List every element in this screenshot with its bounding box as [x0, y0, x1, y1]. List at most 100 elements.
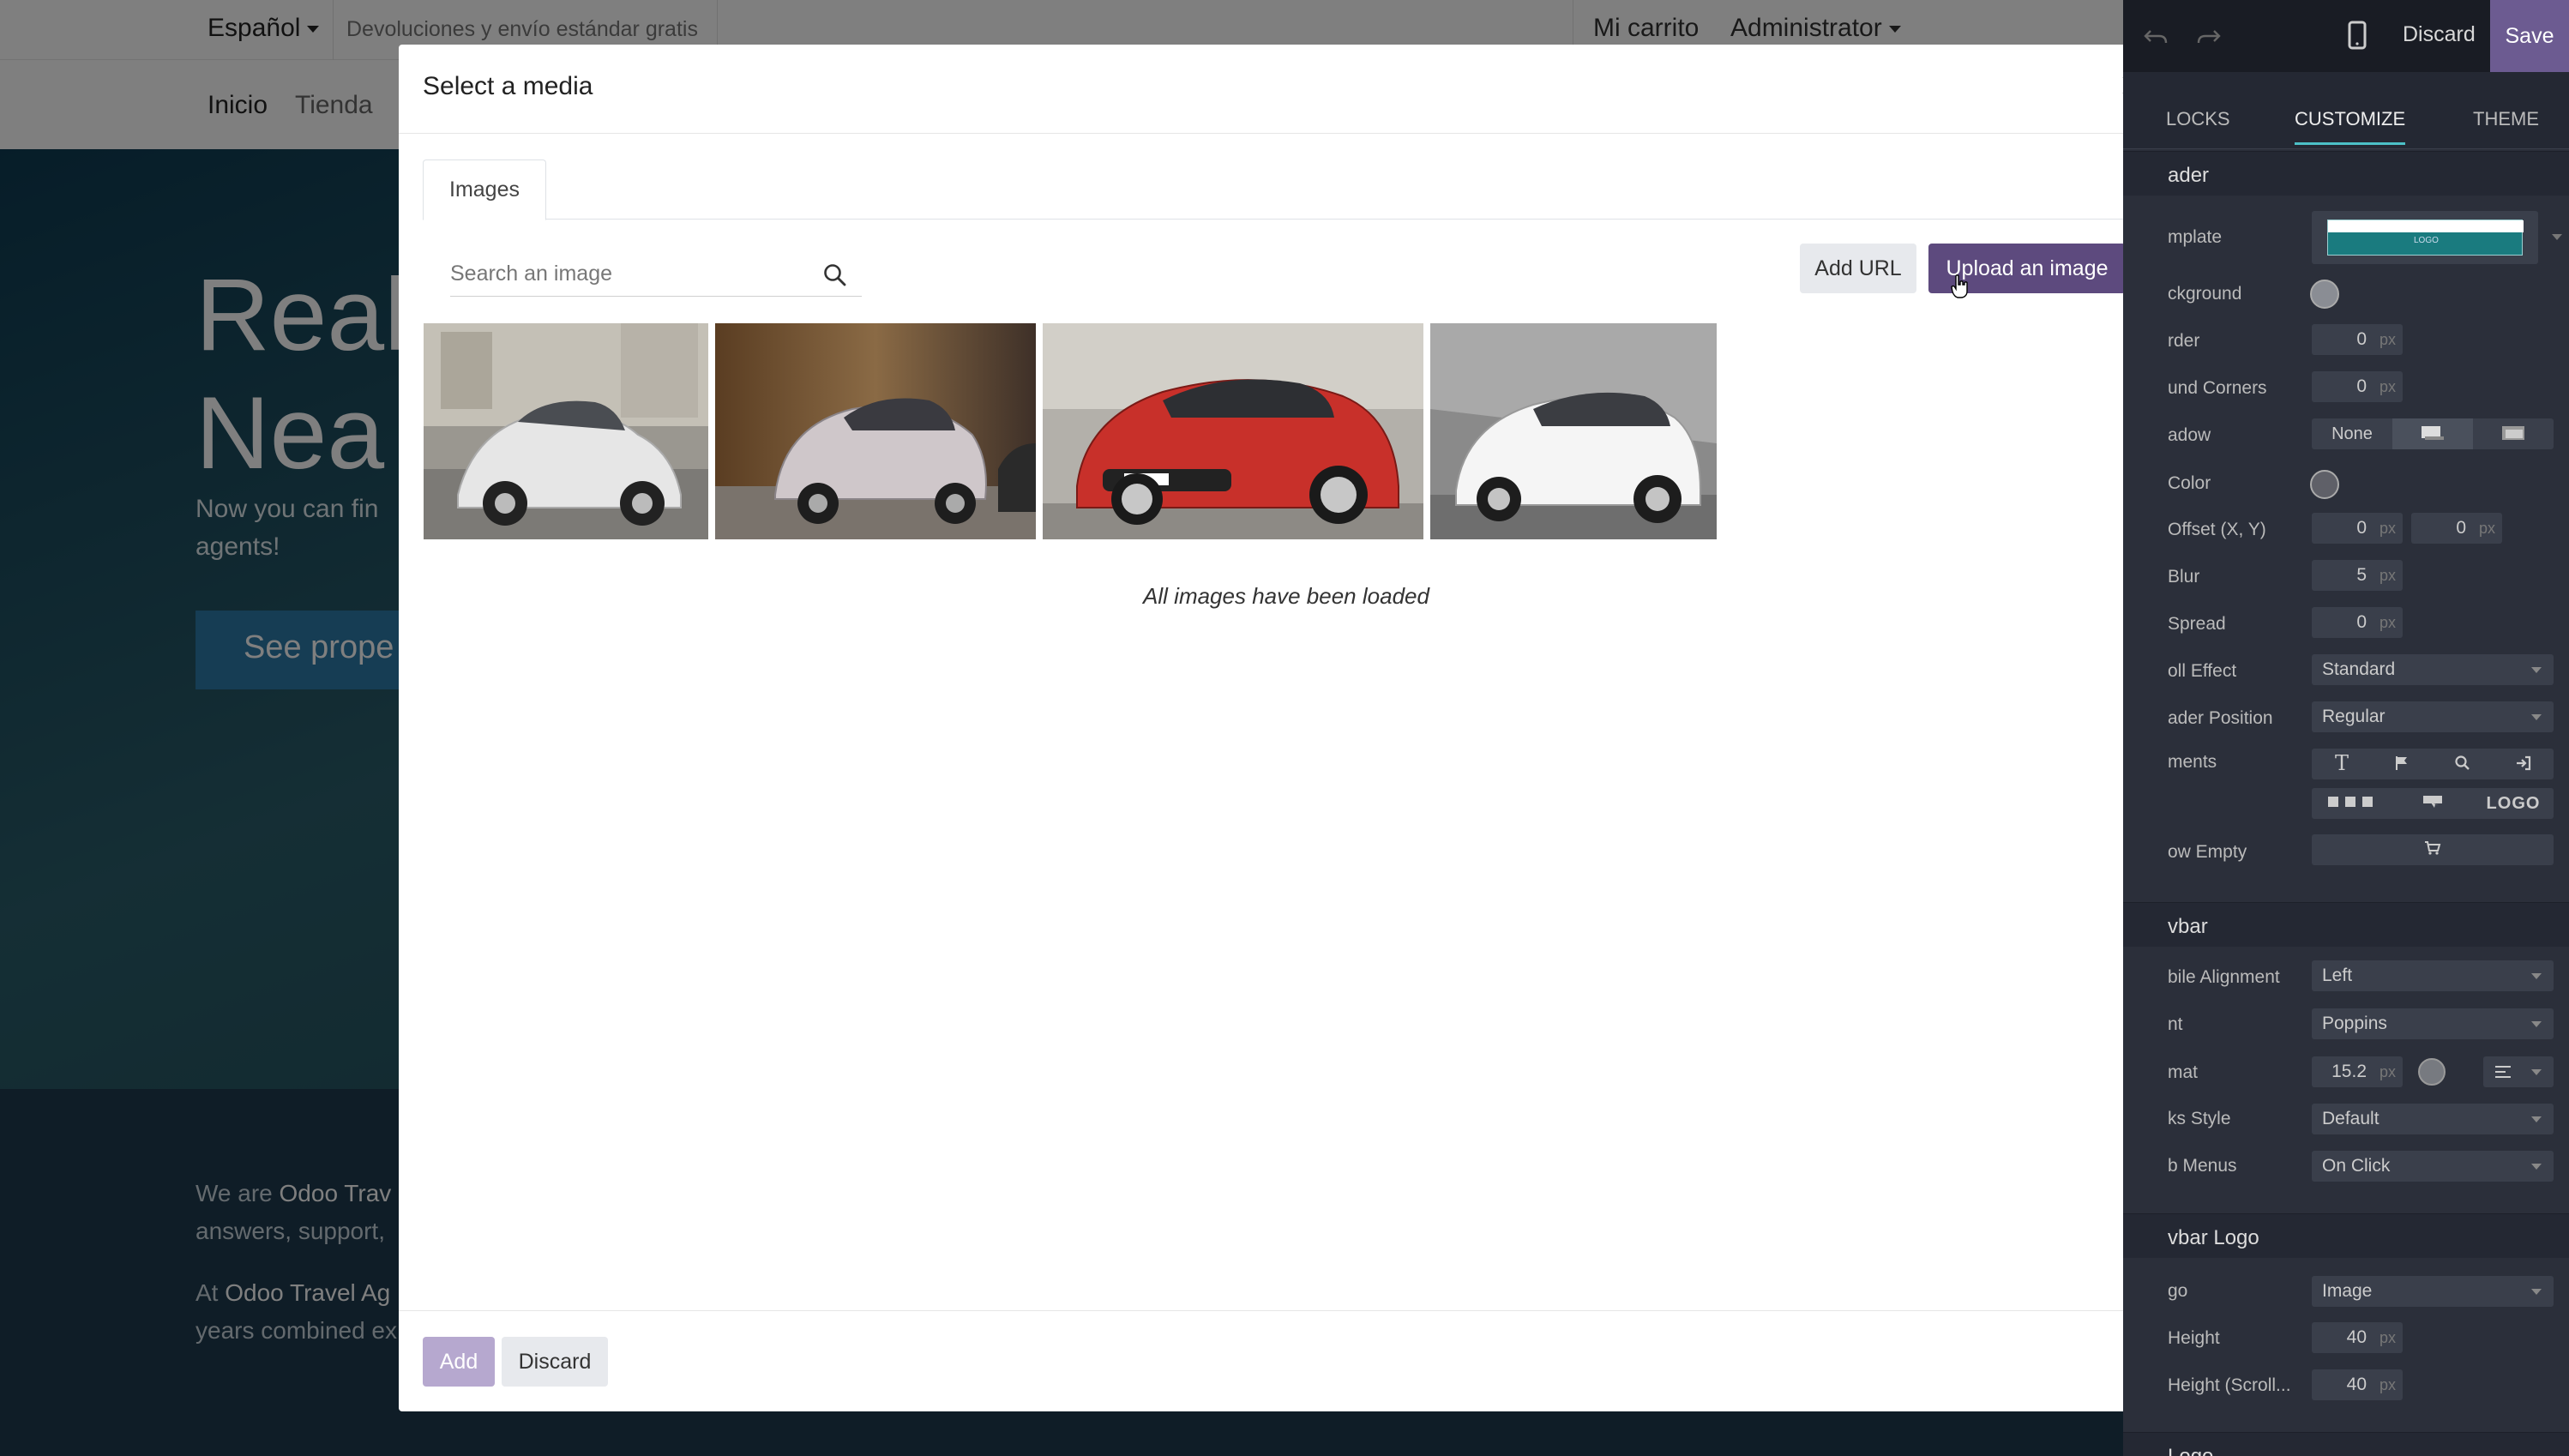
- components-row-2: LOGO: [2312, 788, 2554, 819]
- chevron-down-icon: [2531, 1069, 2542, 1075]
- align-left-icon: [2495, 1066, 2511, 1078]
- label-scroll-effect: oll Effect: [2168, 661, 2237, 681]
- offset-x-input[interactable]: 0 px: [2312, 513, 2403, 544]
- chevron-down-icon: [2531, 714, 2542, 720]
- text-align-select[interactable]: [2483, 1056, 2554, 1087]
- font-size-input[interactable]: 15.2 px: [2312, 1056, 2403, 1087]
- tab-blocks[interactable]: LOCKS: [2166, 108, 2230, 130]
- mobile-preview-icon[interactable]: [2348, 21, 2367, 50]
- image-thumbnail[interactable]: [1043, 323, 1423, 539]
- section-logo[interactable]: Logo: [2123, 1432, 2569, 1456]
- text-component-icon[interactable]: T: [2312, 749, 2372, 779]
- scroll-effect-select[interactable]: Standard: [2312, 654, 2554, 685]
- undo-icon[interactable]: [2142, 22, 2169, 50]
- section-title: ader: [2168, 164, 2210, 187]
- template-selector[interactable]: LOGO: [2312, 211, 2538, 264]
- cart-icon: [2312, 834, 2554, 865]
- blur-input[interactable]: 5 px: [2312, 560, 2403, 591]
- template-preview: LOGO: [2327, 220, 2524, 256]
- media-tabs: Images: [423, 159, 2150, 220]
- dialog-header: Select a media ×: [399, 45, 2174, 134]
- label-links-style: ks Style: [2168, 1109, 2231, 1128]
- font-color-swatch[interactable]: [2418, 1058, 2446, 1086]
- search-input[interactable]: [450, 254, 810, 293]
- label-format: mat: [2168, 1062, 2199, 1082]
- label-components: ments: [2168, 752, 2217, 772]
- search-icon[interactable]: [822, 262, 848, 288]
- shadow-outset-icon: [2422, 426, 2444, 440]
- chevron-down-icon: [2531, 973, 2542, 979]
- logo-component-option[interactable]: LOGO: [2473, 788, 2554, 819]
- call-to-action-icon[interactable]: [2392, 788, 2473, 819]
- label-template: mplate: [2168, 227, 2223, 247]
- tab-images[interactable]: Images: [423, 159, 546, 220]
- label-shadow: adow: [2168, 425, 2211, 445]
- round-corners-input[interactable]: 0 px: [2312, 371, 2403, 402]
- image-thumbnail[interactable]: [424, 323, 708, 539]
- section-title: vbar: [2168, 915, 2208, 938]
- chevron-down-icon: [2531, 1164, 2542, 1170]
- image-thumbnail[interactable]: [1430, 323, 1717, 539]
- label-blur: Blur: [2168, 567, 2200, 587]
- chevron-down-icon: [2531, 667, 2542, 673]
- section-title: Logo: [2168, 1445, 2213, 1456]
- image-thumbnail[interactable]: [715, 323, 1036, 539]
- background-color-swatch[interactable]: [2310, 280, 2339, 309]
- dialog-footer: Add Discard: [399, 1310, 2174, 1411]
- add-button[interactable]: Add: [423, 1337, 495, 1387]
- label-round-corners: und Corners: [2168, 378, 2267, 398]
- offset-y-input[interactable]: 0 px: [2411, 513, 2502, 544]
- discard-button[interactable]: Discard: [502, 1337, 608, 1387]
- add-url-button[interactable]: Add URL: [1800, 244, 1916, 293]
- spread-input[interactable]: 0 px: [2312, 607, 2403, 638]
- shadow-options: None: [2312, 418, 2554, 449]
- links-style-select[interactable]: Default: [2312, 1104, 2554, 1134]
- section-navbar-logo[interactable]: vbar Logo: [2123, 1213, 2569, 1258]
- shadow-color-swatch[interactable]: [2310, 470, 2339, 499]
- logo-height-input[interactable]: 40 px: [2312, 1322, 2403, 1353]
- font-select[interactable]: Poppins: [2312, 1008, 2554, 1039]
- redo-icon[interactable]: [2195, 22, 2223, 50]
- header-position-select[interactable]: Regular: [2312, 701, 2554, 732]
- section-title: vbar Logo: [2168, 1226, 2259, 1249]
- label-offset: Offset (X, Y): [2168, 520, 2266, 539]
- label-background: ckground: [2168, 284, 2242, 304]
- section-navbar[interactable]: vbar: [2123, 902, 2569, 947]
- logo-type-select[interactable]: Image: [2312, 1276, 2554, 1307]
- show-empty-cart-toggle[interactable]: [2312, 834, 2554, 865]
- chevron-down-icon[interactable]: [2552, 234, 2562, 240]
- label-header-position: ader Position: [2168, 708, 2273, 728]
- shadow-outset-option[interactable]: [2392, 418, 2473, 449]
- mobile-alignment-select[interactable]: Left: [2312, 960, 2554, 991]
- save-button[interactable]: Save: [2490, 0, 2569, 72]
- editor-toolbar: Discard Save: [2123, 0, 2569, 72]
- dialog-title: Select a media: [423, 72, 593, 100]
- shadow-none-option[interactable]: None: [2312, 418, 2392, 449]
- label-show-empty: ow Empty: [2168, 842, 2247, 862]
- flag-icon[interactable]: [2372, 749, 2432, 779]
- label-height-scrolled: Height (Scroll...: [2168, 1375, 2291, 1395]
- search-icon[interactable]: [2432, 749, 2494, 779]
- border-input[interactable]: 0 px: [2312, 324, 2403, 355]
- editor-tabs: LOCKS CUSTOMIZE THEME: [2123, 72, 2569, 149]
- label-spread: Spread: [2168, 614, 2226, 634]
- label-height: Height: [2168, 1328, 2220, 1348]
- label-sub-menus: b Menus: [2168, 1156, 2237, 1176]
- image-search: [450, 254, 862, 297]
- chevron-down-icon: [2531, 1021, 2542, 1027]
- editor-discard-button[interactable]: Discard: [2403, 22, 2476, 47]
- load-status: All images have been loaded: [1143, 583, 1429, 609]
- logo-height-scrolled-input[interactable]: 40 px: [2312, 1369, 2403, 1400]
- section-header[interactable]: ader: [2123, 151, 2569, 196]
- label-logo: go: [2168, 1281, 2188, 1301]
- media-dialog: Select a media × Images Add URL Upload a…: [399, 45, 2174, 1411]
- components-row-1: T: [2312, 749, 2554, 779]
- shadow-inset-option[interactable]: [2473, 418, 2554, 449]
- tab-customize[interactable]: CUSTOMIZE: [2295, 108, 2406, 145]
- sub-menus-select[interactable]: On Click: [2312, 1151, 2554, 1182]
- label-mobile-alignment: bile Alignment: [2168, 967, 2280, 987]
- tab-theme[interactable]: THEME: [2473, 108, 2539, 130]
- sign-in-icon[interactable]: [2494, 749, 2554, 779]
- label-shadow-color: Color: [2168, 473, 2211, 493]
- social-links-icon[interactable]: [2312, 788, 2392, 819]
